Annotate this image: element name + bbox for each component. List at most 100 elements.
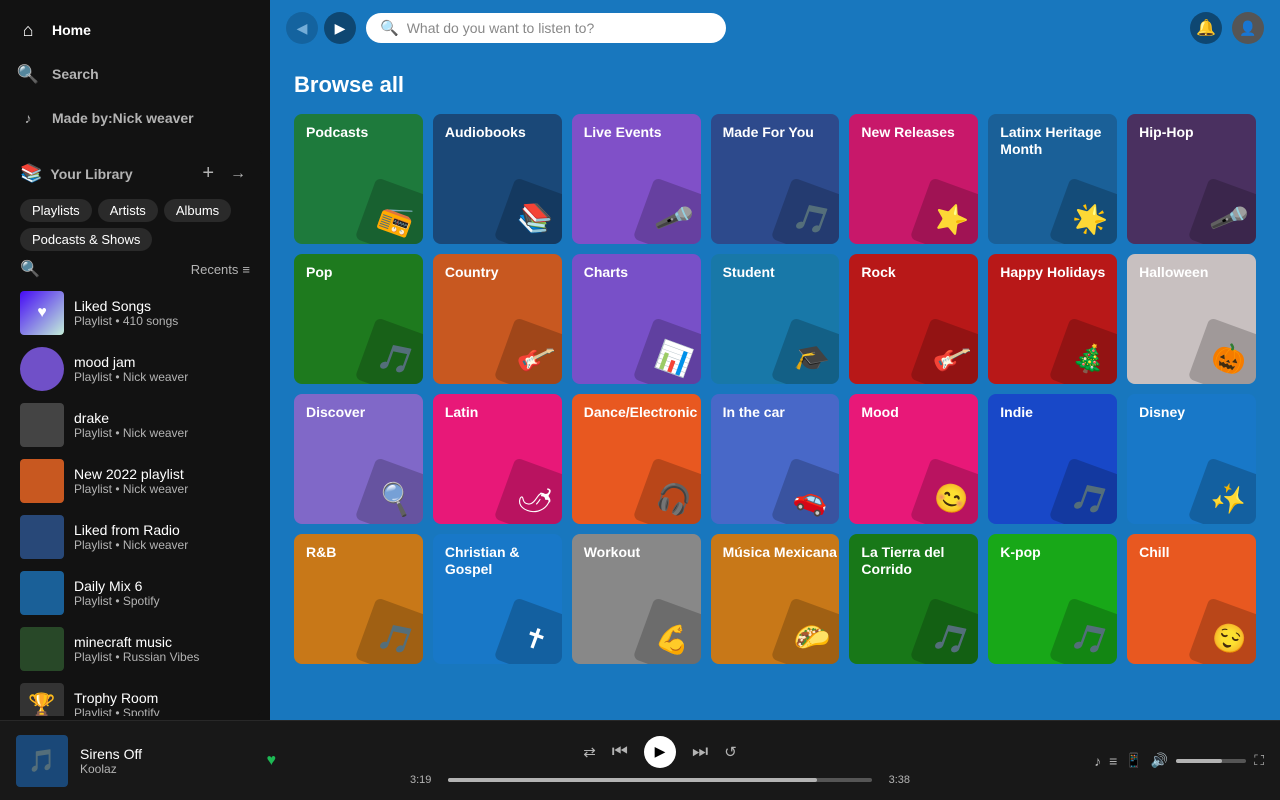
music-icon: ♪ bbox=[16, 106, 40, 130]
filter-playlists[interactable]: Playlists bbox=[20, 199, 92, 222]
category-card-latinx[interactable]: Latinx Heritage Month🌟 bbox=[988, 114, 1117, 244]
library-header: 📚 Your Library + → bbox=[8, 148, 262, 199]
volume-bar[interactable] bbox=[1176, 759, 1246, 763]
search-bar: 🔍 bbox=[366, 13, 726, 43]
sidebar-nav: ⌂ Home 🔍 Search ♪ Made by:Nick weaver bbox=[0, 0, 270, 144]
filter-podcasts-shows[interactable]: Podcasts & Shows bbox=[20, 228, 152, 251]
playlist-sub: Playlist • Nick weaver bbox=[74, 426, 250, 440]
devices-button[interactable]: 📱 bbox=[1125, 752, 1142, 769]
category-image: 🎵 bbox=[1049, 597, 1117, 664]
category-card-pop[interactable]: Pop🎵 bbox=[294, 254, 423, 384]
next-button[interactable]: ⏭ bbox=[692, 741, 708, 762]
list-item[interactable]: ♥ Liked Songs Playlist • 410 songs bbox=[12, 285, 258, 341]
category-card-rnb[interactable]: R&B🎵 bbox=[294, 534, 423, 664]
playlist-thumb bbox=[20, 627, 64, 671]
lyrics-button[interactable]: ♪ bbox=[1094, 753, 1101, 769]
category-card-student[interactable]: Student🎓 bbox=[711, 254, 840, 384]
play-pause-button[interactable]: ▶ bbox=[644, 736, 676, 768]
forward-button[interactable]: ▶ bbox=[324, 12, 356, 44]
playlist-info: mood jam Playlist • Nick weaver bbox=[74, 354, 250, 384]
category-card-rock[interactable]: Rock🎸 bbox=[849, 254, 978, 384]
shuffle-button[interactable]: ⇄ bbox=[583, 743, 596, 761]
queue-button[interactable]: ≡ bbox=[1109, 753, 1117, 769]
sidebar-item-search[interactable]: 🔍 Search bbox=[0, 52, 270, 96]
category-card-discover[interactable]: Discover🔍 bbox=[294, 394, 423, 524]
notifications-button[interactable]: 🔔 bbox=[1190, 12, 1222, 44]
category-card-incar[interactable]: In the car🚗 bbox=[711, 394, 840, 524]
library-title[interactable]: 📚 Your Library bbox=[20, 163, 133, 184]
category-card-tierra[interactable]: La Tierra del Corrido🎵 bbox=[849, 534, 978, 664]
list-item[interactable]: New 2022 playlist Playlist • Nick weaver bbox=[12, 453, 258, 509]
recents-sort[interactable]: Recents ≡ bbox=[191, 262, 250, 277]
category-card-new-releases[interactable]: New Releases⭐ bbox=[849, 114, 978, 244]
category-name: Live Events bbox=[584, 124, 662, 141]
category-card-live[interactable]: Live Events🎤 bbox=[572, 114, 701, 244]
category-name: Christian & Gospel bbox=[445, 544, 562, 578]
category-card-happy-holidays[interactable]: Happy Holidays🎄 bbox=[988, 254, 1117, 384]
sidebar-item-made-by[interactable]: ♪ Made by:Nick weaver bbox=[0, 96, 270, 140]
category-image: 🎵 bbox=[1049, 457, 1117, 524]
sidebar-item-made-by-label: Made by:Nick weaver bbox=[52, 110, 194, 126]
player-center: ⇄ ⏮ ▶ ⏭ ↺ 3:19 3:38 bbox=[288, 736, 1032, 786]
category-card-kpop[interactable]: K-pop🎵 bbox=[988, 534, 1117, 664]
category-card-hiphop[interactable]: Hip-Hop🎤 bbox=[1127, 114, 1256, 244]
category-name: Latin bbox=[445, 404, 478, 421]
playlist-name: drake bbox=[74, 410, 250, 426]
category-card-indie[interactable]: Indie 🎵 bbox=[988, 394, 1117, 524]
browse-title: Browse all bbox=[294, 72, 1256, 98]
category-card-mood[interactable]: Mood😊 bbox=[849, 394, 978, 524]
sidebar-item-home-label: Home bbox=[52, 22, 91, 38]
progress-bar[interactable] bbox=[448, 778, 872, 782]
category-card-halloween[interactable]: Halloween🎃 bbox=[1127, 254, 1256, 384]
category-card-mexicana[interactable]: Música Mexicana🌮 bbox=[711, 534, 840, 664]
filter-albums[interactable]: Albums bbox=[164, 199, 231, 222]
category-image: 🎤 bbox=[1188, 177, 1256, 244]
category-card-dance[interactable]: Dance/Electronic🎧 bbox=[572, 394, 701, 524]
category-name: Charts bbox=[584, 264, 628, 281]
list-item[interactable]: mood jam Playlist • Nick weaver bbox=[12, 341, 258, 397]
volume-button[interactable]: 🔊 bbox=[1151, 752, 1168, 769]
category-card-christian[interactable]: Christian & Gospel✝ bbox=[433, 534, 562, 664]
repeat-button[interactable]: ↺ bbox=[724, 743, 737, 761]
list-item[interactable]: minecraft music Playlist • Russian Vibes bbox=[12, 621, 258, 677]
player-heart-button[interactable]: ♥ bbox=[267, 752, 277, 770]
player: 🎵 Sirens Off Koolaz ♥ ⇄ ⏮ ▶ ⏭ ↺ 3:19 3:3… bbox=[0, 720, 1280, 800]
category-name: Podcasts bbox=[306, 124, 368, 141]
search-input[interactable] bbox=[407, 20, 712, 36]
library-add-button[interactable]: + bbox=[198, 158, 218, 189]
category-image: 🎵 bbox=[354, 597, 422, 664]
list-item[interactable]: drake Playlist • Nick weaver bbox=[12, 397, 258, 453]
category-card-latin[interactable]: Latin🌶 bbox=[433, 394, 562, 524]
library-expand-button[interactable]: → bbox=[226, 158, 250, 189]
category-card-country[interactable]: Country🎸 bbox=[433, 254, 562, 384]
category-card-podcasts[interactable]: Podcasts📻 bbox=[294, 114, 423, 244]
category-card-made-for-you[interactable]: Made For You🎵 bbox=[711, 114, 840, 244]
previous-button[interactable]: ⏮ bbox=[612, 741, 628, 762]
category-card-charts[interactable]: Charts📊 bbox=[572, 254, 701, 384]
playlist-info: drake Playlist • Nick weaver bbox=[74, 410, 250, 440]
category-name: Indie bbox=[1000, 404, 1033, 421]
sidebar-item-home[interactable]: ⌂ Home bbox=[0, 8, 270, 52]
list-item[interactable]: Liked from Radio Playlist • Nick weaver bbox=[12, 509, 258, 565]
category-name: La Tierra del Corrido bbox=[861, 544, 978, 578]
playlist-name: minecraft music bbox=[74, 634, 250, 650]
library-search-icon[interactable]: 🔍 bbox=[20, 259, 40, 279]
filter-artists[interactable]: Artists bbox=[98, 199, 158, 222]
playlist-info: New 2022 playlist Playlist • Nick weaver bbox=[74, 466, 250, 496]
topbar-right: 🔔 👤 bbox=[1190, 12, 1264, 44]
back-button[interactable]: ◀ bbox=[286, 12, 318, 44]
fullscreen-button[interactable]: ⛶ bbox=[1254, 752, 1264, 769]
category-card-disney[interactable]: Disney✨ bbox=[1127, 394, 1256, 524]
category-card-audiobooks[interactable]: Audiobooks📚 bbox=[433, 114, 562, 244]
category-name: Discover bbox=[306, 404, 365, 421]
sidebar: ⌂ Home 🔍 Search ♪ Made by:Nick weaver 📚 … bbox=[0, 0, 270, 720]
browse-section: Browse all Podcasts📻Audiobooks📚Live Even… bbox=[270, 56, 1280, 688]
category-name: Disney bbox=[1139, 404, 1185, 421]
list-item[interactable]: Daily Mix 6 Playlist • Spotify bbox=[12, 565, 258, 621]
category-card-workout[interactable]: Workout💪 bbox=[572, 534, 701, 664]
list-item[interactable]: 🏆 Trophy Room Playlist • Spotify bbox=[12, 677, 258, 716]
playlist-thumb bbox=[20, 403, 64, 447]
avatar[interactable]: 👤 bbox=[1232, 12, 1264, 44]
category-name: Made For You bbox=[723, 124, 814, 141]
category-card-chill[interactable]: Chill😌 bbox=[1127, 534, 1256, 664]
